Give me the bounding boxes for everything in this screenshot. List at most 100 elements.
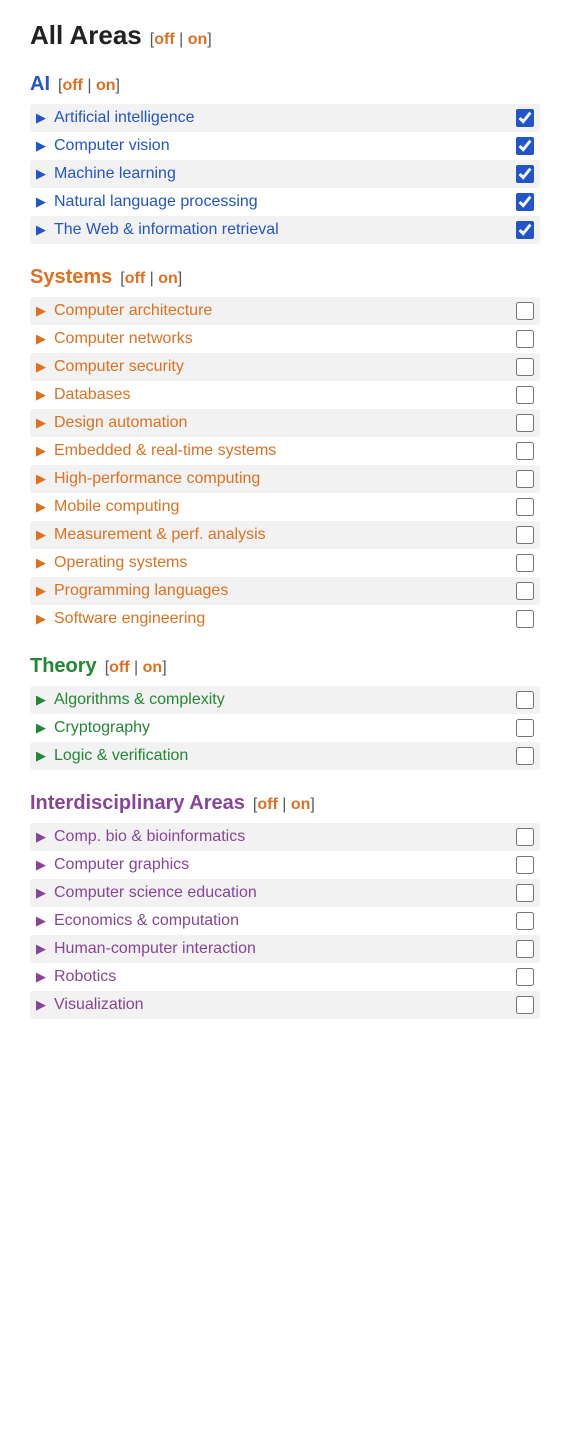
list-item: ▶Robotics — [30, 963, 540, 991]
item-label: Artificial intelligence — [54, 109, 516, 127]
item-checkbox[interactable] — [516, 968, 534, 986]
item-checkbox[interactable] — [516, 193, 534, 211]
list-item: ▶Programming languages — [30, 577, 540, 605]
expand-arrow-icon[interactable]: ▶ — [36, 415, 54, 431]
expand-arrow-icon[interactable]: ▶ — [36, 387, 54, 403]
section-ai: AI[off | on]▶Artificial intelligence▶Com… — [30, 73, 540, 244]
expand-arrow-icon[interactable]: ▶ — [36, 720, 54, 736]
list-item: ▶Measurement & perf. analysis — [30, 521, 540, 549]
section-header-theory: Theory[off | on] — [30, 655, 540, 678]
expand-arrow-icon[interactable]: ▶ — [36, 997, 54, 1013]
expand-arrow-icon[interactable]: ▶ — [36, 583, 54, 599]
expand-arrow-icon[interactable]: ▶ — [36, 222, 54, 238]
expand-arrow-icon[interactable]: ▶ — [36, 555, 54, 571]
item-checkbox[interactable] — [516, 912, 534, 930]
item-checkbox[interactable] — [516, 747, 534, 765]
list-item: ▶Computer vision — [30, 132, 540, 160]
section-toggle-interdisciplinary: [off | on] — [253, 796, 315, 814]
item-checkbox[interactable] — [516, 996, 534, 1014]
item-checkbox[interactable] — [516, 940, 534, 958]
item-label: Computer architecture — [54, 302, 516, 320]
item-checkbox[interactable] — [516, 884, 534, 902]
section-off-theory[interactable]: off — [109, 659, 129, 676]
item-label: Natural language processing — [54, 193, 516, 211]
expand-arrow-icon[interactable]: ▶ — [36, 857, 54, 873]
item-checkbox[interactable] — [516, 554, 534, 572]
list-item: ▶Operating systems — [30, 549, 540, 577]
expand-arrow-icon[interactable]: ▶ — [36, 969, 54, 985]
section-off-interdisciplinary[interactable]: off — [257, 796, 277, 813]
expand-arrow-icon[interactable]: ▶ — [36, 166, 54, 182]
item-checkbox[interactable] — [516, 442, 534, 460]
section-toggle-theory: [off | on] — [105, 659, 167, 677]
expand-arrow-icon[interactable]: ▶ — [36, 331, 54, 347]
section-on-interdisciplinary[interactable]: on — [291, 796, 311, 813]
item-checkbox[interactable] — [516, 526, 534, 544]
list-item: ▶Machine learning — [30, 160, 540, 188]
item-checkbox[interactable] — [516, 302, 534, 320]
expand-arrow-icon[interactable]: ▶ — [36, 138, 54, 154]
item-checkbox[interactable] — [516, 498, 534, 516]
item-checkbox[interactable] — [516, 221, 534, 239]
section-off-ai[interactable]: off — [62, 77, 82, 94]
item-checkbox[interactable] — [516, 358, 534, 376]
expand-arrow-icon[interactable]: ▶ — [36, 611, 54, 627]
section-on-ai[interactable]: on — [96, 77, 116, 94]
section-label-interdisciplinary: Interdisciplinary Areas — [30, 792, 245, 815]
expand-arrow-icon[interactable]: ▶ — [36, 110, 54, 126]
item-label: Software engineering — [54, 610, 516, 628]
item-checkbox[interactable] — [516, 856, 534, 874]
item-label: Computer science education — [54, 884, 516, 902]
list-item: ▶Design automation — [30, 409, 540, 437]
item-label: Robotics — [54, 968, 516, 986]
expand-arrow-icon[interactable]: ▶ — [36, 692, 54, 708]
expand-arrow-icon[interactable]: ▶ — [36, 527, 54, 543]
item-label: Databases — [54, 386, 516, 404]
item-checkbox[interactable] — [516, 691, 534, 709]
item-checkbox[interactable] — [516, 828, 534, 846]
item-checkbox[interactable] — [516, 582, 534, 600]
expand-arrow-icon[interactable]: ▶ — [36, 913, 54, 929]
expand-arrow-icon[interactable]: ▶ — [36, 359, 54, 375]
item-checkbox[interactable] — [516, 330, 534, 348]
item-checkbox[interactable] — [516, 109, 534, 127]
items-list-ai: ▶Artificial intelligence▶Computer vision… — [30, 104, 540, 244]
expand-arrow-icon[interactable]: ▶ — [36, 471, 54, 487]
item-checkbox[interactable] — [516, 137, 534, 155]
sections-container: AI[off | on]▶Artificial intelligence▶Com… — [30, 73, 540, 1019]
expand-arrow-icon[interactable]: ▶ — [36, 499, 54, 515]
item-checkbox[interactable] — [516, 414, 534, 432]
section-on-systems[interactable]: on — [158, 270, 178, 287]
section-toggle-ai: [off | on] — [58, 77, 120, 95]
section-label-systems: Systems — [30, 266, 112, 289]
item-label: Design automation — [54, 414, 516, 432]
list-item: ▶Mobile computing — [30, 493, 540, 521]
item-checkbox[interactable] — [516, 386, 534, 404]
item-checkbox[interactable] — [516, 165, 534, 183]
list-item: ▶High-performance computing — [30, 465, 540, 493]
section-theory: Theory[off | on]▶Algorithms & complexity… — [30, 655, 540, 770]
list-item: ▶Artificial intelligence — [30, 104, 540, 132]
title-on-link[interactable]: on — [188, 31, 208, 48]
title-text: All Areas — [30, 20, 142, 51]
item-checkbox[interactable] — [516, 610, 534, 628]
item-label: Computer networks — [54, 330, 516, 348]
list-item: ▶Computer architecture — [30, 297, 540, 325]
list-item: ▶Natural language processing — [30, 188, 540, 216]
expand-arrow-icon[interactable]: ▶ — [36, 829, 54, 845]
section-off-systems[interactable]: off — [125, 270, 145, 287]
expand-arrow-icon[interactable]: ▶ — [36, 303, 54, 319]
expand-arrow-icon[interactable]: ▶ — [36, 941, 54, 957]
expand-arrow-icon[interactable]: ▶ — [36, 194, 54, 210]
section-on-theory[interactable]: on — [143, 659, 163, 676]
title-off-link[interactable]: off — [154, 31, 174, 48]
title-toggle: [off | on] — [150, 31, 212, 49]
item-label: Measurement & perf. analysis — [54, 526, 516, 544]
expand-arrow-icon[interactable]: ▶ — [36, 748, 54, 764]
item-checkbox[interactable] — [516, 719, 534, 737]
list-item: ▶The Web & information retrieval — [30, 216, 540, 244]
item-label: Operating systems — [54, 554, 516, 572]
expand-arrow-icon[interactable]: ▶ — [36, 885, 54, 901]
expand-arrow-icon[interactable]: ▶ — [36, 443, 54, 459]
item-checkbox[interactable] — [516, 470, 534, 488]
